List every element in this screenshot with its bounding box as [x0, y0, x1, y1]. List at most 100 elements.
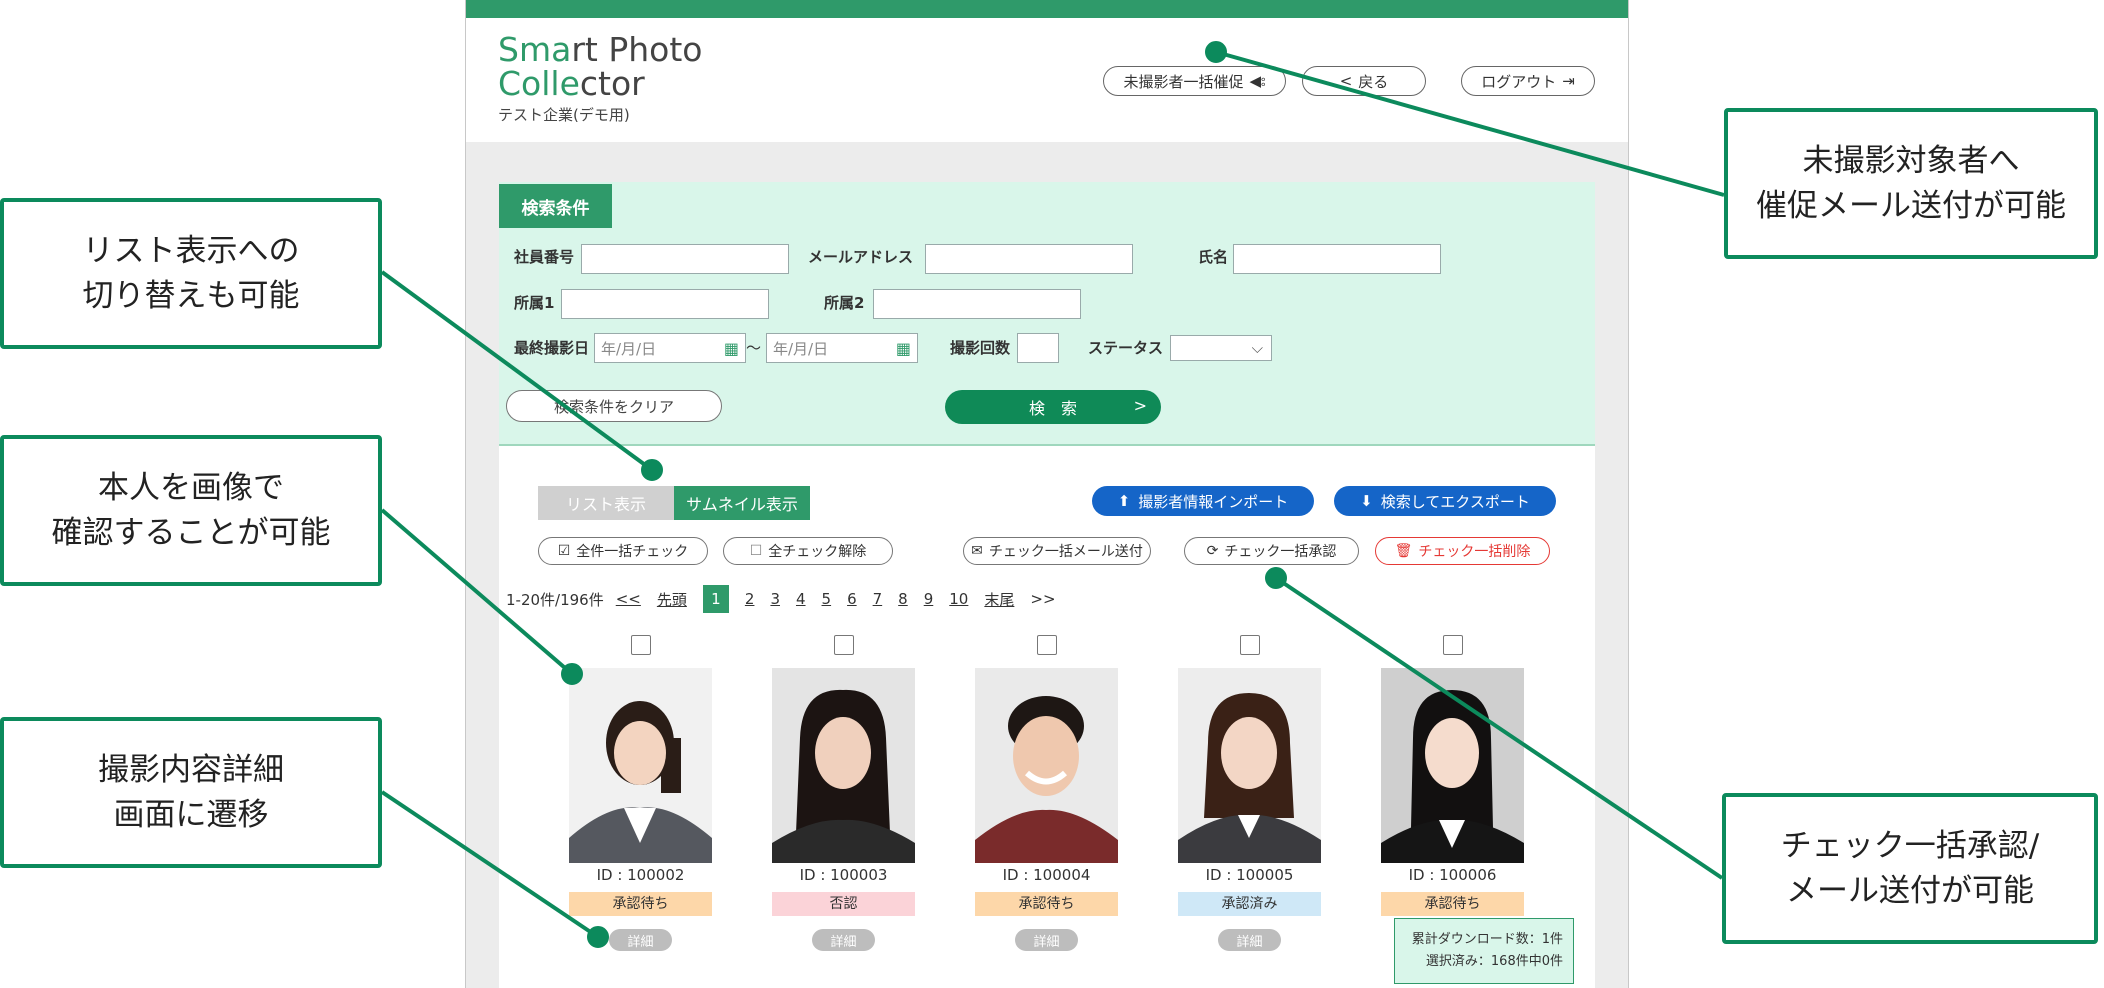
chevron-left-icon: <	[1339, 72, 1353, 90]
export-label: 検索してエクスポート	[1380, 492, 1530, 511]
back-button[interactable]: < 戻る	[1302, 66, 1426, 96]
search-button-label: 検 索	[1028, 399, 1077, 418]
upload-icon: ⬆	[1117, 492, 1131, 510]
pager-page[interactable]: 9	[924, 590, 934, 608]
name-label: 氏名	[1198, 248, 1229, 266]
back-label: 戻る	[1358, 72, 1389, 91]
card-checkbox[interactable]	[1037, 635, 1057, 655]
date-to-input[interactable]: 年/月/日 ▦	[766, 333, 918, 363]
pager-last[interactable]: 末尾	[984, 589, 1014, 610]
card-detail-button[interactable]: 詳細	[1218, 929, 1281, 951]
card-detail-button[interactable]: 詳細	[1015, 929, 1078, 951]
card-detail-button[interactable]: 詳細	[609, 929, 672, 951]
card-checkbox[interactable]	[631, 635, 651, 655]
date-tilde: ～	[746, 339, 762, 357]
name-input[interactable]	[1233, 244, 1441, 274]
check-all-button[interactable]: ☑ 全件一括チェック	[538, 537, 708, 565]
callout-remind-mail: 未撮影対象者へ 催促メール送付が可能	[1724, 108, 2098, 259]
download-summary: 累計ダウンロード数：1件 選択済み：168件中0件	[1394, 918, 1574, 984]
date-from-input[interactable]: 年/月/日 ▦	[594, 333, 746, 363]
card-id: ID : 100003	[799, 866, 888, 884]
callout-image-check: 本人を画像で 確認することが可能	[0, 435, 382, 586]
uncheck-all-button[interactable]: ☐ 全チェック解除	[723, 537, 893, 565]
uncheck-all-label: 全チェック解除	[768, 544, 867, 560]
pager-page[interactable]: 5	[822, 590, 832, 608]
status-label: ステータス	[1088, 339, 1164, 357]
remind-all-button[interactable]: 未撮影者一括催促 ◀⦂	[1103, 66, 1286, 96]
logout-icon: ⇥	[1562, 72, 1575, 90]
card-checkbox[interactable]	[1443, 635, 1463, 655]
card-status-badge: 承認待ち	[569, 892, 712, 916]
callout-detail: 撮影内容詳細 画面に遷移	[0, 717, 382, 868]
chevron-down-icon: ⌵	[1251, 339, 1263, 357]
person-photo[interactable]	[975, 668, 1118, 863]
person-photo[interactable]	[1178, 668, 1321, 863]
shoot-count-input[interactable]	[1017, 333, 1059, 363]
card-status-badge: 承認済み	[1178, 892, 1321, 916]
import-button[interactable]: ⬆ 撮影者情報インポート	[1092, 486, 1314, 516]
approve-checked-button[interactable]: ⟳ チェック一括承認	[1184, 537, 1359, 565]
calendar-icon: ▦	[895, 339, 911, 358]
dept1-label: 所属1	[514, 294, 555, 312]
tab-list-view[interactable]: リスト表示	[538, 486, 674, 520]
pager-page[interactable]: 2	[745, 590, 755, 608]
dept2-input[interactable]	[873, 289, 1081, 319]
person-portrait-icon	[1381, 690, 1524, 863]
calendar-icon: ▦	[723, 339, 739, 358]
pager-page[interactable]: 3	[770, 590, 780, 608]
logout-button[interactable]: ログアウト ⇥	[1461, 66, 1595, 96]
person-portrait-icon	[1178, 693, 1321, 863]
approve-checked-label: チェック一括承認	[1224, 544, 1337, 560]
result-range: 1-20件/196件	[506, 590, 604, 609]
person-photo[interactable]	[772, 668, 915, 863]
card-checkbox[interactable]	[1240, 635, 1260, 655]
last-date-label: 最終撮影日	[514, 339, 590, 357]
clear-conditions-button[interactable]: 検索条件をクリア	[506, 390, 722, 422]
dept2-label: 所属2	[824, 294, 865, 312]
pager-page[interactable]: 8	[898, 590, 908, 608]
email-input[interactable]	[925, 244, 1133, 274]
approve-icon: ⟳	[1206, 543, 1219, 559]
pager-prev[interactable]: <<	[616, 590, 641, 608]
card-status-badge: 承認待ち	[975, 892, 1118, 916]
card-status-badge: 承認待ち	[1381, 892, 1524, 916]
logo-line2: Collector	[498, 64, 645, 103]
person-portrait-icon	[772, 689, 915, 863]
pagination: 1-20件/196件 << 先頭 1 2 3 4 5 6 7 8 9 10 末尾…	[506, 585, 1056, 613]
tab-thumbnail-view[interactable]: サムネイル表示	[674, 486, 810, 520]
mail-check-icon: ✉	[971, 543, 983, 559]
trash-icon: 🗑	[1394, 543, 1413, 559]
checkbox-checked-icon: ☑	[557, 543, 571, 559]
megaphone-icon: ◀⦂	[1249, 72, 1266, 90]
pager-current-page[interactable]: 1	[702, 585, 729, 613]
download-icon: ⬇	[1360, 492, 1373, 510]
search-button[interactable]: 検 索 >	[945, 390, 1161, 424]
card-checkbox[interactable]	[834, 635, 854, 655]
company-name: テスト企業(デモ用)	[498, 106, 630, 124]
date-from-placeholder: 年/月/日	[601, 340, 657, 358]
card-status-badge: 否認	[772, 892, 915, 916]
delete-checked-button[interactable]: 🗑 チェック一括削除	[1375, 537, 1550, 565]
person-photo[interactable]	[569, 668, 712, 863]
export-button[interactable]: ⬇ 検索してエクスポート	[1334, 486, 1556, 516]
card-id: ID : 100002	[596, 866, 685, 884]
pager-page[interactable]: 6	[847, 590, 857, 608]
pager-page[interactable]: 4	[796, 590, 806, 608]
employee-no-label: 社員番号	[514, 248, 575, 266]
pager-page[interactable]: 10	[949, 590, 968, 608]
callout-list-switch: リスト表示への 切り替えも可能	[0, 198, 382, 349]
dept1-input[interactable]	[561, 289, 769, 319]
pager-first[interactable]: 先頭	[657, 589, 687, 610]
pager-next[interactable]: >>	[1030, 590, 1055, 608]
shoot-count-label: 撮影回数	[950, 339, 1011, 357]
mail-checked-button[interactable]: ✉ チェック一括メール送付	[963, 537, 1151, 565]
card-id: ID : 100005	[1205, 866, 1294, 884]
person-portrait-icon	[975, 696, 1118, 863]
status-select[interactable]: ⌵	[1170, 335, 1272, 361]
employee-no-input[interactable]	[581, 244, 789, 274]
search-conditions-tag: 検索条件	[499, 184, 612, 228]
card-detail-button[interactable]: 詳細	[812, 929, 875, 951]
delete-checked-label: チェック一括削除	[1418, 544, 1531, 560]
pager-page[interactable]: 7	[873, 590, 883, 608]
person-photo[interactable]	[1381, 668, 1524, 863]
